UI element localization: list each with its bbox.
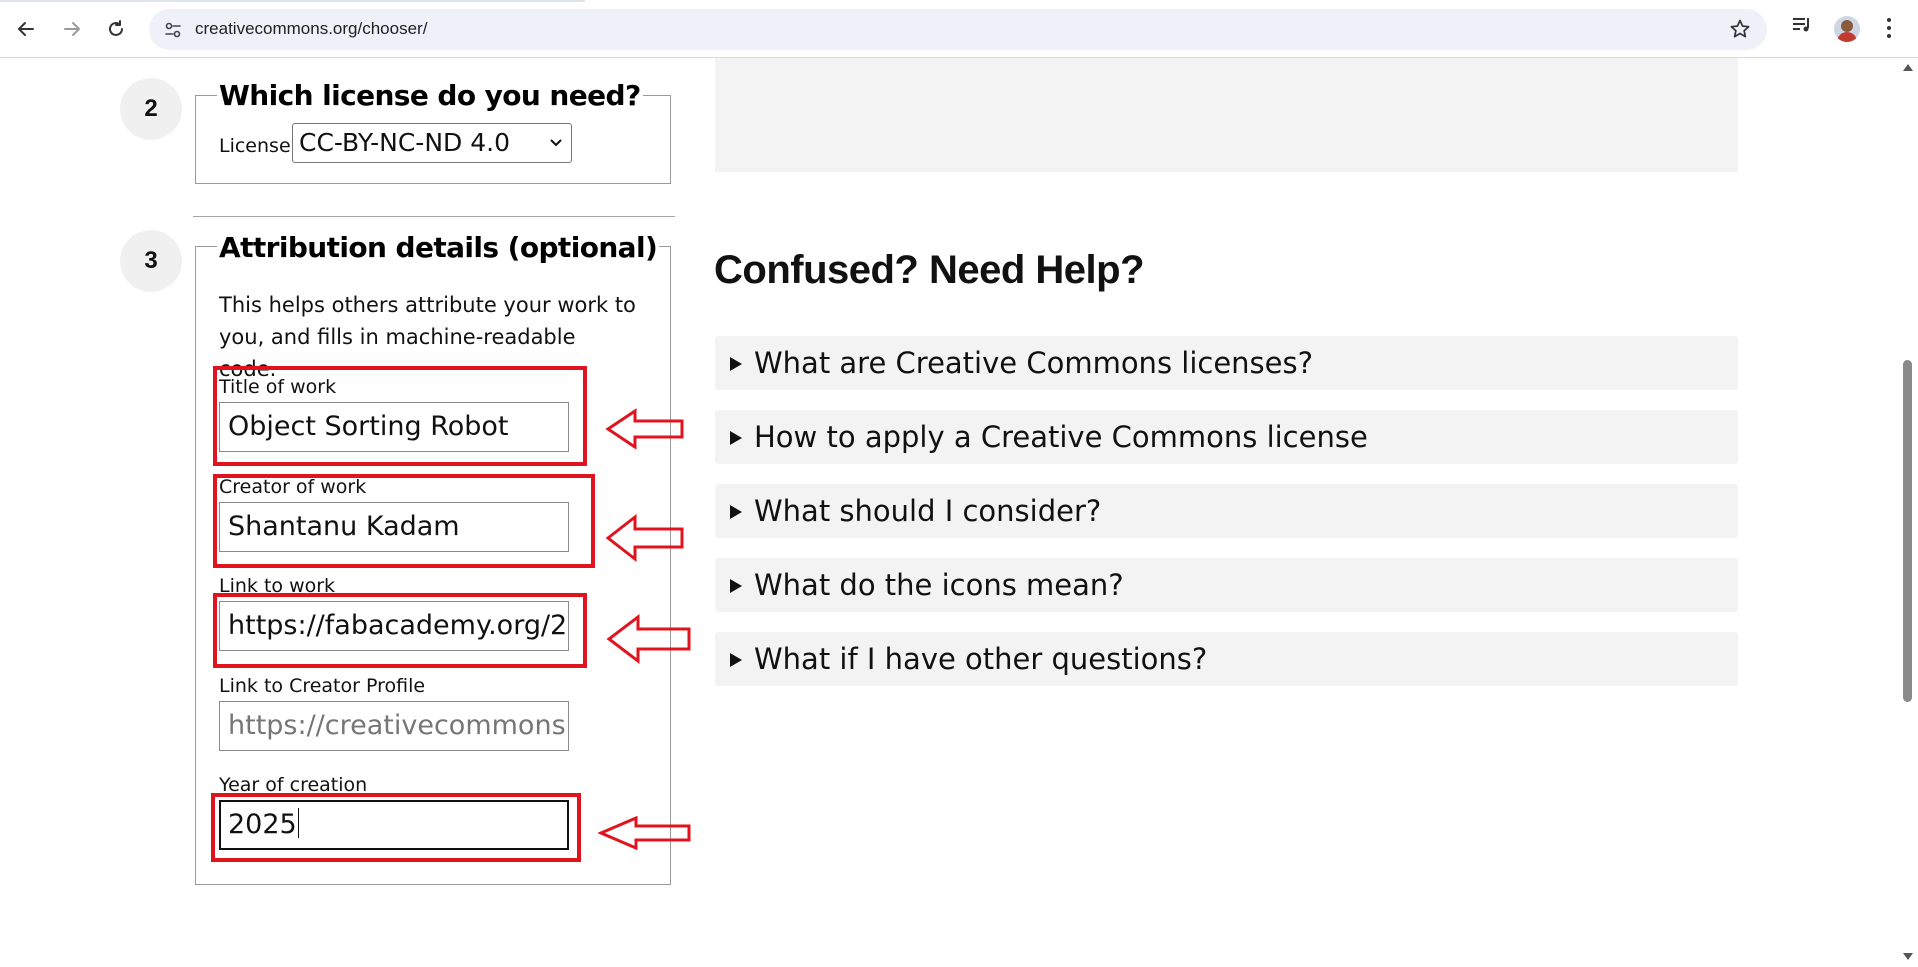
faq-item[interactable]: What should I consider? [715, 484, 1738, 538]
faq-item[interactable]: What are Creative Commons licenses? [715, 336, 1738, 390]
license-preview-panel [715, 58, 1738, 172]
help-heading: Confused? Need Help? [714, 248, 1145, 292]
arrow-left-annotation-icon [606, 614, 691, 664]
faq-item[interactable]: How to apply a Creative Commons license [715, 410, 1738, 464]
disclosure-triangle-icon [730, 505, 742, 519]
highlight-title-box [213, 366, 587, 466]
profile-label: Link to Creator Profile [219, 675, 426, 697]
reload-button[interactable] [99, 12, 133, 46]
arrow-left-icon [18, 22, 34, 36]
highlight-link-box [213, 593, 587, 668]
bookmark-star-icon[interactable] [1729, 18, 1751, 40]
forward-button[interactable] [55, 12, 89, 46]
url-text[interactable]: creativecommons.org/chooser/ [195, 19, 427, 39]
disclosure-triangle-icon [730, 431, 742, 445]
arrow-right-icon [64, 22, 80, 36]
license-select[interactable]: CC-BY-NC-ND 4.0 [292, 123, 572, 163]
attribution-legend: Attribution details (optional) [217, 231, 660, 264]
tab-strip-edge [0, 0, 585, 2]
scroll-up-arrow[interactable] [1903, 64, 1913, 71]
faq-item-label: What are Creative Commons licenses? [754, 346, 1314, 380]
license-label: License [219, 135, 291, 157]
step-3-number: 3 [120, 230, 182, 292]
more-menu-icon[interactable] [1886, 16, 1892, 40]
faq-item[interactable]: What if I have other questions? [715, 632, 1738, 686]
highlight-year-box [211, 793, 581, 862]
chevron-down-icon [550, 139, 562, 147]
back-button[interactable] [9, 12, 43, 46]
step-2-number: 2 [120, 78, 182, 140]
license-select-value: CC-BY-NC-ND 4.0 [299, 128, 510, 157]
faq-item[interactable]: What do the icons mean? [715, 558, 1738, 612]
avatar-body [1837, 32, 1857, 42]
faq-item-label: What if I have other questions? [754, 642, 1208, 676]
address-bar[interactable]: creativecommons.org/chooser/ [149, 9, 1767, 50]
scroll-down-arrow[interactable] [1903, 953, 1913, 960]
arrow-left-annotation-icon [598, 815, 691, 851]
faq-item-label: What should I consider? [754, 494, 1102, 528]
disclosure-triangle-icon [730, 653, 742, 667]
disclosure-triangle-icon [730, 357, 742, 371]
scrollbar-thumb[interactable] [1903, 360, 1912, 702]
disclosure-triangle-icon [730, 579, 742, 593]
faq-item-label: What do the icons mean? [754, 568, 1124, 602]
faq-item-label: How to apply a Creative Commons license [754, 420, 1368, 454]
arrow-left-annotation-icon [605, 514, 684, 562]
avatar-face [1841, 20, 1853, 32]
license-legend: Which license do you need? [217, 79, 643, 112]
profile-avatar[interactable] [1834, 16, 1860, 42]
arrow-left-annotation-icon [605, 408, 684, 450]
browser-toolbar: creativecommons.org/chooser/ [0, 0, 1918, 58]
section-divider [193, 216, 675, 217]
reload-icon [109, 20, 123, 36]
site-settings-icon[interactable] [163, 20, 183, 40]
profile-input[interactable]: https://creativecommons.c [219, 701, 569, 751]
reading-list-icon[interactable] [1791, 14, 1813, 36]
highlight-creator-box [213, 474, 595, 568]
